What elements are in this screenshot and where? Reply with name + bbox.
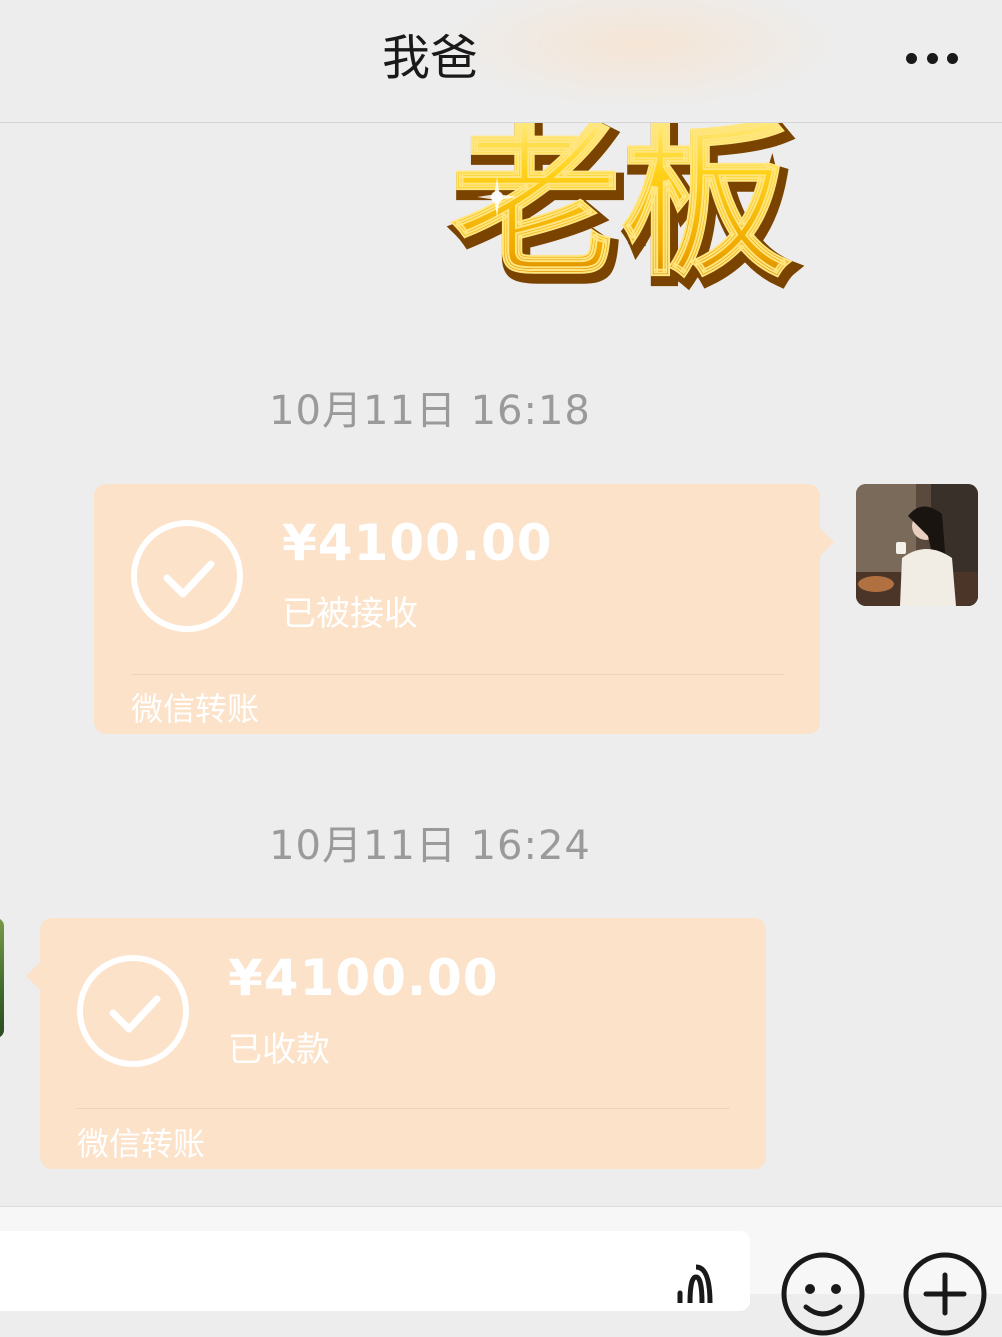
transfer-card[interactable]: ¥4100.00 已收款 微信转账 [40,918,766,1169]
transfer-status: 已被接收 [282,594,418,634]
emoji-icon[interactable] [780,1251,866,1337]
check-circle-icon [77,955,189,1067]
chat-header: 我爸 [0,0,1002,123]
plus-icon[interactable] [902,1251,988,1337]
more-dots-icon[interactable] [906,52,958,64]
avatar[interactable] [856,484,978,606]
chat-title: 我爸 [381,30,478,86]
transfer-status: 已收款 [228,1030,330,1070]
voice-icon[interactable] [672,1263,720,1303]
message-timestamp: 10月11日 16:24 [269,823,591,869]
transfer-card[interactable]: ¥4100.00 已被接收 微信转账 [94,484,820,734]
avatar[interactable] [0,918,4,1038]
check-circle-icon [131,520,243,632]
input-bar [0,1206,1002,1336]
transfer-footer: 微信转账 [77,1125,206,1163]
transfer-amount: ¥4100.00 [228,949,499,1007]
card-divider [77,1108,730,1109]
message-input[interactable] [0,1231,750,1311]
transfer-footer: 微信转账 [131,690,260,728]
card-divider [131,674,784,675]
boss-sticker[interactable]: 老板 老板 [445,105,805,295]
message-timestamp: 10月11日 16:18 [269,388,591,434]
bubble-tail [820,528,834,556]
bubble-tail [26,962,40,990]
transfer-amount: ¥4100.00 [282,514,553,572]
